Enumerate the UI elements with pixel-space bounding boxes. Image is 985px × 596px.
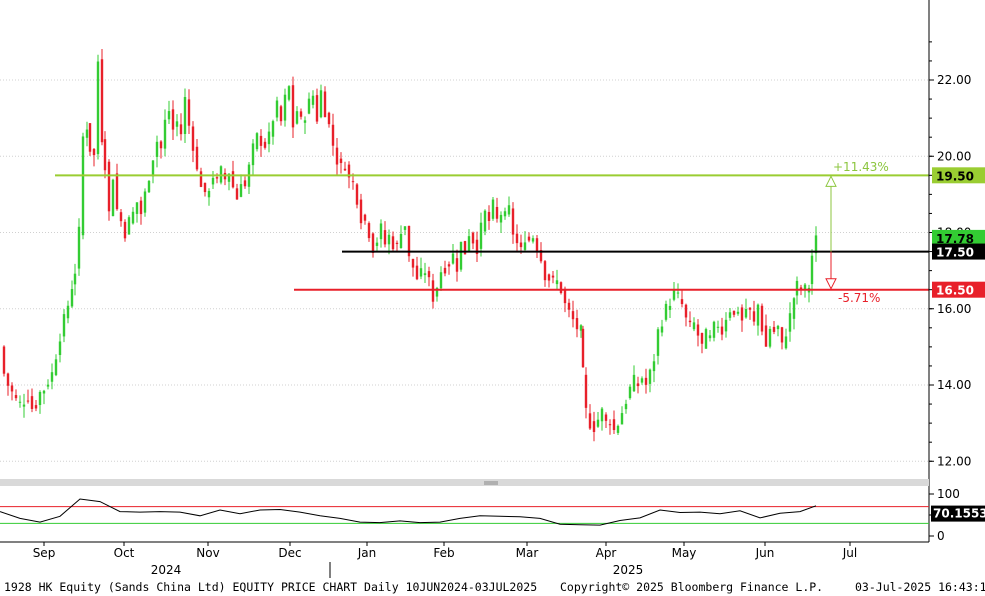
level-tag: 19.50 (932, 167, 985, 184)
panel-divider[interactable] (0, 479, 929, 486)
candle (459, 241, 463, 272)
svg-text:16.50: 16.50 (936, 284, 974, 298)
candle (81, 132, 85, 240)
rsi-tick-label: 0 (937, 529, 945, 543)
last-price-tag: 17.78 (932, 229, 985, 246)
x-month-label: Jul (842, 546, 857, 560)
y-tick-label: 14.00 (937, 378, 971, 392)
level-tag: 17.50 (932, 243, 985, 260)
candle (768, 326, 772, 349)
y-tick-label: 16.00 (937, 302, 971, 316)
rsi-last-tag: 70.1553 (931, 505, 985, 522)
svg-text:19.50: 19.50 (936, 169, 974, 183)
footer-timestamp: 03-Jul-2025 16:43:11 (855, 580, 985, 594)
candle (100, 49, 104, 146)
candle (255, 132, 259, 152)
price-tags: 17.78 19.50 17.50 16.50 (932, 167, 985, 298)
x-month-label: Sep (33, 546, 56, 560)
candle (559, 281, 563, 295)
candle (483, 209, 487, 236)
main-panel (0, 0, 929, 479)
candle (704, 327, 708, 349)
candle (143, 188, 147, 217)
candle (355, 182, 359, 209)
y-tick-label: 20.00 (937, 149, 971, 163)
x-month-label: May (672, 546, 697, 560)
candle (581, 325, 585, 368)
rsi-panel: 10050070.1553 (0, 487, 985, 543)
candle (127, 215, 131, 235)
upside-label: +11.43% (833, 160, 889, 174)
x-month-label: Oct (114, 546, 135, 560)
candle (491, 196, 495, 221)
x-month-label: Dec (278, 546, 301, 560)
footer: 1928 HK Equity (Sands China Ltd) EQUITY … (0, 578, 985, 596)
y-tick-label: 12.00 (937, 454, 971, 468)
price-chart: +11.43% -5.71% 22.0020.0018.0016.0014.00… (0, 0, 985, 578)
candle (88, 123, 92, 156)
rsi-line (0, 498, 817, 526)
x-month-label: Jan (357, 546, 377, 560)
svg-text:70.1553: 70.1553 (933, 507, 985, 521)
level-tag: 16.50 (932, 281, 985, 298)
y-tick-label: 22.00 (937, 73, 971, 87)
candle (2, 345, 6, 377)
candle (77, 218, 81, 276)
candle (287, 85, 291, 102)
x-month-label: Jun (755, 546, 775, 560)
downside-label: -5.71% (838, 291, 880, 305)
candle (96, 54, 100, 160)
candle (111, 178, 115, 217)
x-year-label: 2024 (151, 563, 182, 577)
footer-copyright: Copyright© 2025 Bloomberg Finance L.P. (560, 580, 824, 594)
x-month-label: Apr (596, 546, 617, 560)
x-month-label: Feb (433, 546, 454, 560)
candle (147, 180, 151, 193)
x-axis: Sep Oct Nov Dec Jan Feb Mar Apr May Jun Jul 2024 202… (33, 542, 857, 578)
footer-title: 1928 HK Equity (Sands China Ltd) EQUITY … (4, 580, 538, 594)
x-month-label: Nov (196, 546, 219, 560)
x-month-label: Mar (516, 546, 539, 560)
candle (760, 303, 764, 336)
svg-text:17.50: 17.50 (936, 246, 974, 260)
rsi-tick-label: 100 (937, 487, 960, 501)
x-year-label: 2025 (613, 563, 644, 577)
